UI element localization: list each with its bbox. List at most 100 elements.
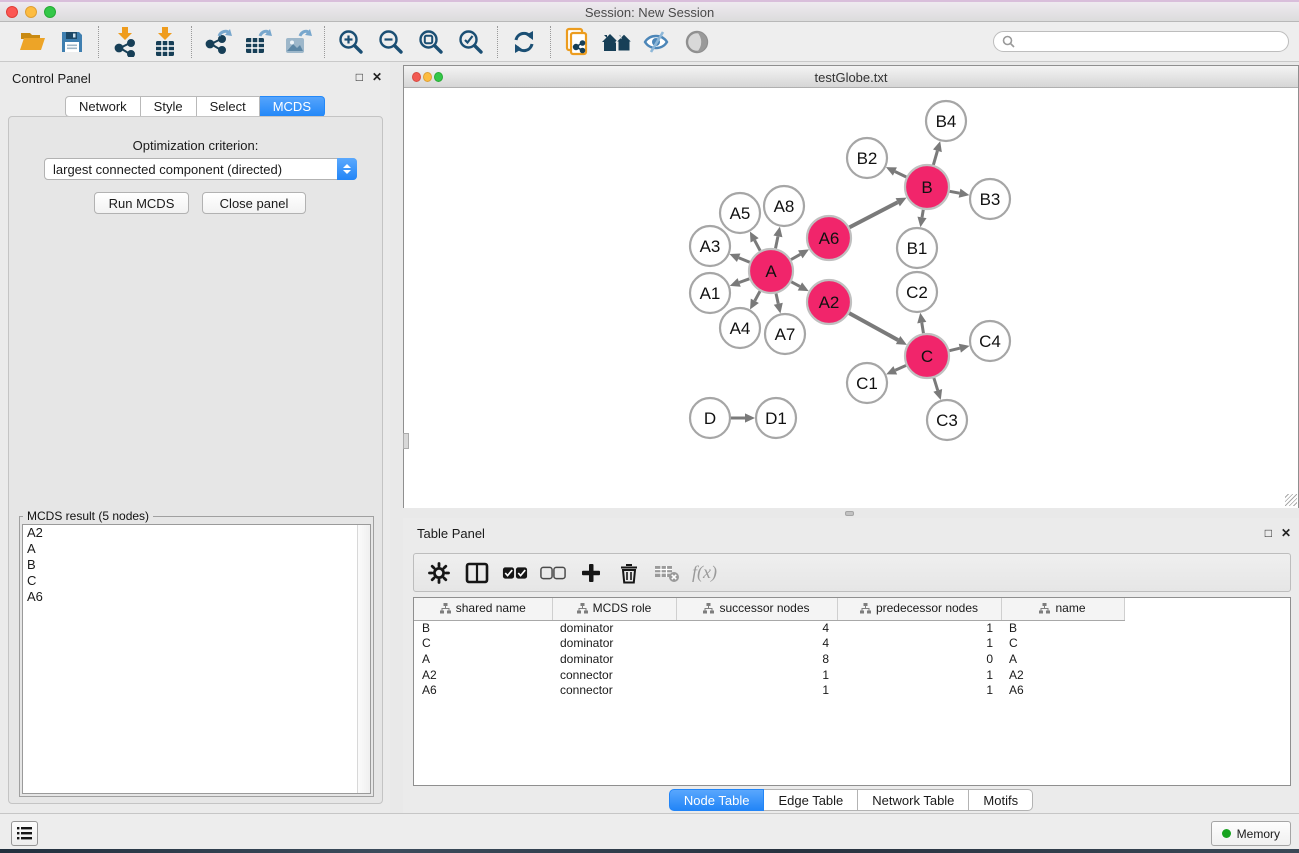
graph-edge-A-A8[interactable] (776, 236, 778, 248)
show-panels-button[interactable] (11, 821, 38, 846)
table-row[interactable]: Cdominator41C (414, 636, 1124, 652)
float-panel-icon[interactable]: □ (1265, 526, 1272, 540)
function-builder-button[interactable]: f(x) (692, 560, 717, 586)
table-cell[interactable]: A2 (1001, 667, 1124, 683)
close-panel-icon[interactable]: ✕ (372, 70, 382, 84)
graph-edge-A-A2[interactable] (791, 282, 800, 287)
mcds-result-item[interactable]: C (23, 573, 370, 589)
tab-network-table[interactable]: Network Table (858, 789, 969, 811)
table-cell[interactable]: 0 (837, 651, 1001, 667)
export-image-button[interactable] (278, 25, 318, 59)
tab-node-table[interactable]: Node Table (669, 789, 765, 811)
close-panel-button[interactable]: Close panel (202, 192, 306, 214)
show-graphics-details-button[interactable] (677, 25, 717, 59)
table-cell[interactable]: A (414, 651, 552, 667)
graph-edge-B-B4[interactable] (933, 151, 937, 165)
network-resize-grip[interactable] (1285, 494, 1297, 506)
column-header-successor-nodes[interactable]: successor nodes (676, 598, 837, 620)
column-header-shared-name[interactable]: shared name (414, 598, 552, 620)
table-cell[interactable]: 1 (837, 682, 1001, 698)
table-cell[interactable]: 4 (676, 636, 837, 652)
table-row[interactable]: Adominator80A (414, 651, 1124, 667)
tab-select[interactable]: Select (197, 96, 260, 117)
graph-edge-A-A5[interactable] (755, 240, 761, 250)
export-table-button[interactable] (238, 25, 278, 59)
table-cell[interactable]: 1 (837, 667, 1001, 683)
tab-style[interactable]: Style (141, 96, 197, 117)
table-cell[interactable]: C (414, 636, 552, 652)
mcds-list-scrollbar[interactable] (357, 525, 370, 793)
table-cell[interactable]: 1 (837, 636, 1001, 652)
tab-edge-table[interactable]: Edge Table (764, 789, 858, 811)
mcds-result-item[interactable]: A2 (23, 525, 370, 541)
table-cell[interactable]: dominator (552, 636, 676, 652)
criterion-dropdown[interactable]: largest connected component (directed) (44, 158, 357, 180)
search-input[interactable] (1020, 35, 1280, 49)
graph-edge-A-A7[interactable] (776, 293, 778, 303)
tab-mcds[interactable]: MCDS (260, 96, 325, 117)
mcds-result-item[interactable]: B (23, 557, 370, 573)
open-file-button[interactable] (12, 25, 52, 59)
column-header-name[interactable]: name (1001, 598, 1124, 620)
graph-edge-B-B2[interactable] (895, 171, 906, 177)
delete-column-button[interactable] (616, 560, 642, 586)
table-row[interactable]: A6connector11A6 (414, 682, 1124, 698)
table-header-row[interactable]: shared nameMCDS rolesuccessor nodesprede… (414, 598, 1124, 620)
table-cell[interactable]: 4 (676, 620, 837, 636)
table-row[interactable]: Bdominator41B (414, 620, 1124, 636)
memory-button[interactable]: Memory (1211, 821, 1291, 846)
table-cell[interactable]: 1 (837, 620, 1001, 636)
network-left-grip[interactable] (403, 433, 409, 449)
import-table-button[interactable] (145, 25, 185, 59)
graph-edge-A-A3[interactable] (739, 258, 750, 263)
refresh-button[interactable] (504, 25, 544, 59)
table-cell[interactable]: A2 (414, 667, 552, 683)
graph-edge-C-C2[interactable] (922, 323, 924, 334)
add-column-button[interactable] (578, 560, 604, 586)
graph-edge-A2-C[interactable] (849, 313, 898, 340)
graph-edge-A-A4[interactable] (755, 291, 760, 301)
graph-edge-B-B1[interactable] (922, 210, 923, 218)
close-panel-icon[interactable]: ✕ (1281, 526, 1291, 540)
save-session-button[interactable] (52, 25, 92, 59)
graph-edge-B-B3[interactable] (950, 191, 960, 193)
table-cell[interactable]: B (1001, 620, 1124, 636)
tab-motifs[interactable]: Motifs (969, 789, 1033, 811)
search-box[interactable] (993, 31, 1289, 52)
table-cell[interactable]: connector (552, 667, 676, 683)
table-cell[interactable]: A6 (1001, 682, 1124, 698)
table-cell[interactable]: A6 (414, 682, 552, 698)
network-window-titlebar[interactable]: testGlobe.txt (404, 66, 1298, 88)
graph-edge-A-A1[interactable] (739, 279, 749, 283)
table-cell[interactable]: 1 (676, 667, 837, 683)
clear-table-button[interactable] (654, 560, 680, 586)
graph-edge-C-C3[interactable] (934, 378, 938, 390)
graph-edge-C-C1[interactable] (895, 365, 906, 370)
table-settings-button[interactable] (426, 560, 452, 586)
table-cell[interactable]: dominator (552, 620, 676, 636)
graph-edge-A6-B[interactable] (849, 202, 897, 227)
hide-graphics-details-button[interactable] (637, 25, 677, 59)
zoom-in-button[interactable] (331, 25, 371, 59)
select-all-button[interactable] (502, 560, 528, 586)
float-panel-icon[interactable]: □ (356, 70, 363, 84)
export-network-button[interactable] (198, 25, 238, 59)
deselect-all-button[interactable] (540, 560, 566, 586)
run-mcds-button[interactable]: Run MCDS (94, 192, 189, 214)
table-row[interactable]: A2connector11A2 (414, 667, 1124, 683)
zoom-selected-button[interactable] (451, 25, 491, 59)
show-columns-button[interactable] (464, 560, 490, 586)
zoom-out-button[interactable] (371, 25, 411, 59)
graph-edge-A-A6[interactable] (791, 254, 800, 259)
table-cell[interactable]: connector (552, 682, 676, 698)
tab-network[interactable]: Network (65, 96, 141, 117)
table-cell[interactable]: C (1001, 636, 1124, 652)
table-cell[interactable]: A (1001, 651, 1124, 667)
table-cell[interactable]: 1 (676, 682, 837, 698)
column-header-MCDS-role[interactable]: MCDS role (552, 598, 676, 620)
clone-network-button[interactable] (557, 25, 597, 59)
table-cell[interactable]: 8 (676, 651, 837, 667)
import-network-button[interactable] (105, 25, 145, 59)
mcds-result-item[interactable]: A6 (23, 589, 370, 605)
mcds-result-list[interactable]: A2ABCA6 (22, 524, 371, 794)
